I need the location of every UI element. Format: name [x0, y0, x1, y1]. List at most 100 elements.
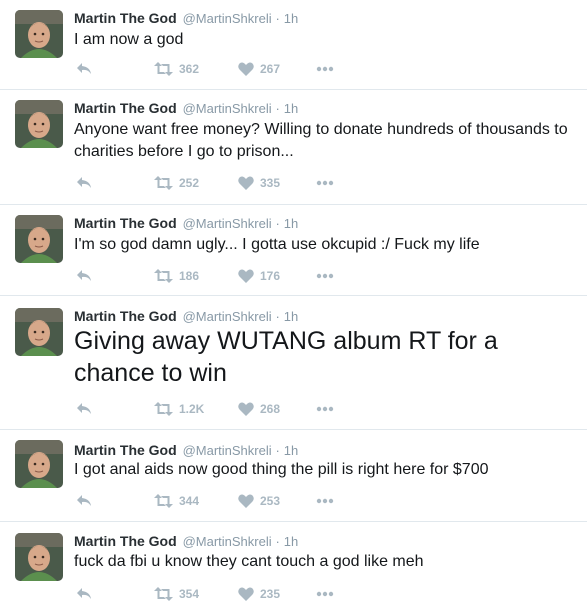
timestamp[interactable]: 1h [284, 101, 298, 116]
retweet-button[interactable]: 362 [154, 60, 199, 78]
author-handle[interactable]: @MartinShkreli [183, 216, 272, 231]
retweet-button[interactable]: 354 [154, 585, 199, 603]
like-button[interactable]: 235 [238, 585, 280, 603]
reply-button[interactable] [76, 174, 92, 192]
like-count: 335 [260, 176, 281, 190]
retweet-icon [154, 62, 173, 76]
heart-icon [238, 176, 254, 190]
reply-icon [77, 177, 91, 188]
avatar[interactable] [15, 215, 63, 263]
author-handle[interactable]: @MartinShkreli [183, 534, 272, 549]
retweet-button[interactable]: 1.2K [154, 400, 204, 418]
author-name[interactable]: Martin The God [74, 100, 177, 116]
tweet[interactable]: Martin The God @MartinShkreli · 1h I'm s… [0, 205, 587, 296]
tweet[interactable]: Martin The God @MartinShkreli · 1h I got… [0, 430, 587, 522]
reply-icon [77, 63, 91, 74]
reply-button[interactable] [76, 400, 92, 418]
retweet-icon [154, 402, 173, 416]
separator: · [275, 101, 280, 116]
retweet-icon [154, 176, 173, 190]
heart-icon [238, 62, 254, 76]
tweet-text: I am now a god [74, 31, 184, 48]
reply-button[interactable] [76, 267, 92, 285]
retweet-button[interactable]: 344 [154, 492, 199, 510]
reply-button[interactable] [76, 585, 92, 603]
more-dots-icon [316, 66, 334, 72]
tweet[interactable]: Martin The God @MartinShkreli · 1h fuck … [0, 522, 587, 612]
author-handle[interactable]: @MartinShkreli [183, 101, 272, 116]
like-button[interactable]: 268 [238, 400, 280, 418]
tweet-text: I'm so god damn ugly... I gotta use okcu… [74, 236, 480, 253]
author-name[interactable]: Martin The God [74, 10, 177, 26]
retweet-button[interactable]: 252 [154, 174, 199, 192]
avatar-image [15, 308, 63, 356]
avatar-image [15, 215, 63, 263]
tweet-text: fuck da fbi u know they cant touch a god… [74, 553, 424, 570]
separator: · [275, 534, 280, 549]
retweet-count: 186 [179, 269, 200, 283]
more-dots-icon [316, 273, 334, 279]
more-button[interactable] [316, 174, 334, 192]
author-name[interactable]: Martin The God [74, 533, 177, 549]
timestamp[interactable]: 1h [284, 216, 298, 231]
reply-button[interactable] [76, 60, 92, 78]
avatar[interactable] [15, 308, 63, 356]
tweet-header: Martin The God @MartinShkreli · 1h [74, 533, 298, 550]
tweet[interactable]: Martin The God @MartinShkreli · 1h Givin… [0, 296, 587, 430]
reply-icon [77, 495, 91, 506]
like-button[interactable]: 335 [238, 174, 280, 192]
separator: · [275, 216, 280, 231]
like-button[interactable]: 267 [238, 60, 280, 78]
more-button[interactable] [316, 585, 334, 603]
avatar-image [15, 533, 63, 581]
avatar[interactable] [15, 100, 63, 148]
retweet-count: 362 [179, 62, 200, 76]
author-name[interactable]: Martin The God [74, 442, 177, 458]
avatar[interactable] [15, 533, 63, 581]
avatar[interactable] [15, 440, 63, 488]
timestamp[interactable]: 1h [284, 443, 298, 458]
separator: · [275, 11, 280, 26]
tweet-header: Martin The God @MartinShkreli · 1h [74, 10, 298, 27]
timestamp[interactable]: 1h [284, 534, 298, 549]
avatar[interactable] [15, 10, 63, 58]
more-dots-icon [316, 180, 334, 186]
more-dots-icon [316, 498, 334, 504]
retweet-icon [154, 587, 173, 601]
like-button[interactable]: 253 [238, 492, 280, 510]
tweet-text: Giving away WUTANG album RT for a chance… [74, 327, 498, 387]
like-count: 268 [260, 402, 281, 416]
heart-icon [238, 494, 254, 508]
avatar-image [15, 440, 63, 488]
tweet[interactable]: Martin The God @MartinShkreli · 1h Anyon… [0, 90, 587, 205]
retweet-button[interactable]: 186 [154, 267, 199, 285]
more-dots-icon [316, 591, 334, 597]
tweet-header: Martin The God @MartinShkreli · 1h [74, 308, 298, 325]
author-name[interactable]: Martin The God [74, 215, 177, 231]
author-handle[interactable]: @MartinShkreli [183, 309, 272, 324]
author-handle[interactable]: @MartinShkreli [183, 443, 272, 458]
more-button[interactable] [316, 492, 334, 510]
tweet-text: Anyone want free money? Willing to donat… [74, 121, 568, 160]
tweet-text: I got anal aids now good thing the pill … [74, 461, 489, 478]
heart-icon [238, 269, 254, 283]
timestamp[interactable]: 1h [284, 11, 298, 26]
author-name[interactable]: Martin The God [74, 308, 177, 324]
more-button[interactable] [316, 267, 334, 285]
like-button[interactable]: 176 [238, 267, 280, 285]
retweet-count: 354 [179, 587, 200, 601]
reply-button[interactable] [76, 492, 92, 510]
more-dots-icon [316, 406, 334, 412]
more-button[interactable] [316, 400, 334, 418]
heart-icon [238, 402, 254, 416]
retweet-count: 344 [179, 494, 200, 508]
author-handle[interactable]: @MartinShkreli [183, 11, 272, 26]
tweet-header: Martin The God @MartinShkreli · 1h [74, 100, 298, 117]
tweet-feed: Martin The God @MartinShkreli · 1h I am … [0, 0, 587, 612]
avatar-image [15, 100, 63, 148]
like-count: 235 [260, 587, 281, 601]
timestamp[interactable]: 1h [284, 309, 298, 324]
retweet-icon [154, 494, 173, 508]
tweet[interactable]: Martin The God @MartinShkreli · 1h I am … [0, 0, 587, 90]
more-button[interactable] [316, 60, 334, 78]
